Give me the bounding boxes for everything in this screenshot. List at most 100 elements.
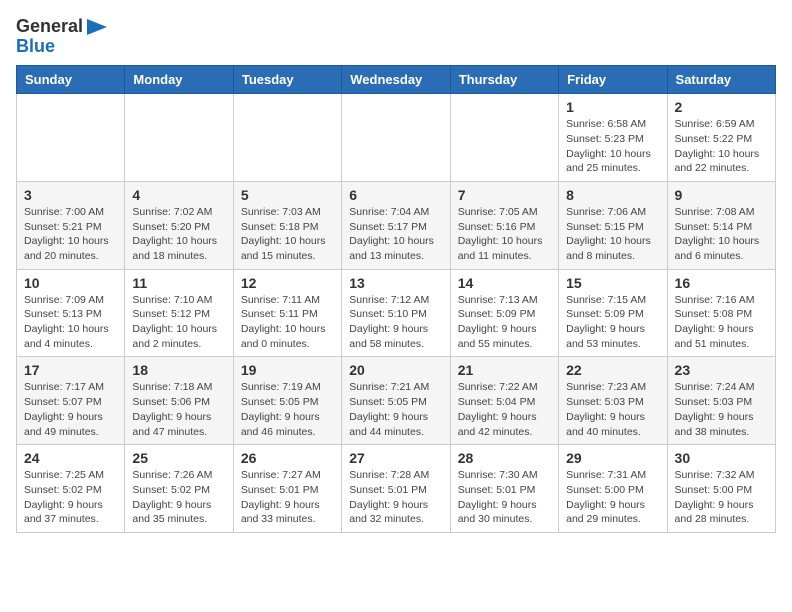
calendar-cell: 26 Sunrise: 7:27 AM Sunset: 5:01 PM Dayli… [233,445,341,533]
logo-general: General [16,16,83,38]
calendar-cell: 18Sunrise: 7:18 AM Sunset: 5:06 PM Dayli… [125,357,233,445]
calendar-cell: 5 Sunrise: 7:03 AM Sunset: 5:18 PM Daylig… [233,181,341,269]
day-info: Sunrise: 7:25 AM Sunset: 5:02 PM Dayligh… [24,468,117,527]
day-info: Sunrise: 7:06 AM Sunset: 5:15 PM Dayligh… [566,205,659,264]
calendar-cell: 25 Sunrise: 7:26 AM Sunset: 5:02 PM Dayli… [125,445,233,533]
day-number: 5 [241,187,334,203]
day-info: Sunrise: 7:15 AM Sunset: 5:09 PM Dayligh… [566,293,659,352]
day-number: 26 [241,450,334,466]
calendar-cell [450,94,558,182]
day-number: 8 [566,187,659,203]
calendar-cell: 27 Sunrise: 7:28 AM Sunset: 5:01 PM Dayli… [342,445,450,533]
day-number: 24 [24,450,117,466]
calendar-cell: 1Sunrise: 6:58 AM Sunset: 5:23 PM Daylig… [559,94,667,182]
calendar-cell: 13Sunrise: 7:12 AM Sunset: 5:10 PM Dayli… [342,269,450,357]
day-number: 29 [566,450,659,466]
header-saturday: Saturday [667,66,775,94]
calendar-cell: 12 Sunrise: 7:11 AM Sunset: 5:11 PM Dayli… [233,269,341,357]
calendar-cell: 24 Sunrise: 7:25 AM Sunset: 5:02 PM Dayli… [17,445,125,533]
header-row: SundayMondayTuesdayWednesdayThursdayFrid… [17,66,776,94]
week-row-2: 3 Sunrise: 7:00 AM Sunset: 5:21 PM Daylig… [17,181,776,269]
calendar-cell: 8 Sunrise: 7:06 AM Sunset: 5:15 PM Daylig… [559,181,667,269]
calendar-cell: 28Sunrise: 7:30 AM Sunset: 5:01 PM Dayli… [450,445,558,533]
calendar-cell: 4Sunrise: 7:02 AM Sunset: 5:20 PM Daylig… [125,181,233,269]
day-info: Sunrise: 7:00 AM Sunset: 5:21 PM Dayligh… [24,205,117,264]
logo-arrow-icon [87,19,107,35]
calendar-cell: 29 Sunrise: 7:31 AM Sunset: 5:00 PM Dayli… [559,445,667,533]
day-info: Sunrise: 7:11 AM Sunset: 5:11 PM Dayligh… [241,293,334,352]
calendar-cell: 23 Sunrise: 7:24 AM Sunset: 5:03 PM Dayli… [667,357,775,445]
calendar-header: SundayMondayTuesdayWednesdayThursdayFrid… [17,66,776,94]
day-number: 27 [349,450,442,466]
day-info: Sunrise: 7:16 AM Sunset: 5:08 PM Dayligh… [675,293,768,352]
logo-text: General Blue [16,16,107,57]
day-number: 25 [132,450,225,466]
calendar-cell: 20 Sunrise: 7:21 AM Sunset: 5:05 PM Dayli… [342,357,450,445]
page-header: General Blue [16,16,776,57]
calendar-body: 1Sunrise: 6:58 AM Sunset: 5:23 PM Daylig… [17,94,776,533]
day-number: 12 [241,275,334,291]
week-row-1: 1Sunrise: 6:58 AM Sunset: 5:23 PM Daylig… [17,94,776,182]
calendar-cell: 2 Sunrise: 6:59 AM Sunset: 5:22 PM Daylig… [667,94,775,182]
day-info: Sunrise: 7:04 AM Sunset: 5:17 PM Dayligh… [349,205,442,264]
header-tuesday: Tuesday [233,66,341,94]
day-info: Sunrise: 7:08 AM Sunset: 5:14 PM Dayligh… [675,205,768,264]
day-info: Sunrise: 7:18 AM Sunset: 5:06 PM Dayligh… [132,380,225,439]
day-number: 3 [24,187,117,203]
logo-blue: Blue [16,36,55,58]
calendar-cell: 21Sunrise: 7:22 AM Sunset: 5:04 PM Dayli… [450,357,558,445]
day-info: Sunrise: 7:21 AM Sunset: 5:05 PM Dayligh… [349,380,442,439]
calendar-cell: 17 Sunrise: 7:17 AM Sunset: 5:07 PM Dayli… [17,357,125,445]
day-info: Sunrise: 7:12 AM Sunset: 5:10 PM Dayligh… [349,293,442,352]
logo: General Blue [16,16,107,57]
calendar-cell: 11 Sunrise: 7:10 AM Sunset: 5:12 PM Dayli… [125,269,233,357]
day-info: Sunrise: 7:28 AM Sunset: 5:01 PM Dayligh… [349,468,442,527]
day-info: Sunrise: 7:27 AM Sunset: 5:01 PM Dayligh… [241,468,334,527]
day-info: Sunrise: 7:05 AM Sunset: 5:16 PM Dayligh… [458,205,551,264]
day-number: 11 [132,275,225,291]
header-thursday: Thursday [450,66,558,94]
day-info: Sunrise: 7:17 AM Sunset: 5:07 PM Dayligh… [24,380,117,439]
day-info: Sunrise: 6:59 AM Sunset: 5:22 PM Dayligh… [675,117,768,176]
day-number: 17 [24,362,117,378]
calendar-cell: 14Sunrise: 7:13 AM Sunset: 5:09 PM Dayli… [450,269,558,357]
day-number: 22 [566,362,659,378]
day-info: Sunrise: 7:10 AM Sunset: 5:12 PM Dayligh… [132,293,225,352]
day-number: 21 [458,362,551,378]
header-monday: Monday [125,66,233,94]
day-info: Sunrise: 7:31 AM Sunset: 5:00 PM Dayligh… [566,468,659,527]
day-number: 2 [675,99,768,115]
day-number: 20 [349,362,442,378]
day-number: 6 [349,187,442,203]
day-number: 30 [675,450,768,466]
day-info: Sunrise: 7:19 AM Sunset: 5:05 PM Dayligh… [241,380,334,439]
calendar-table: SundayMondayTuesdayWednesdayThursdayFrid… [16,65,776,533]
week-row-4: 17 Sunrise: 7:17 AM Sunset: 5:07 PM Dayli… [17,357,776,445]
calendar-cell: 9 Sunrise: 7:08 AM Sunset: 5:14 PM Daylig… [667,181,775,269]
day-number: 7 [458,187,551,203]
day-info: Sunrise: 6:58 AM Sunset: 5:23 PM Dayligh… [566,117,659,176]
calendar-cell [233,94,341,182]
day-number: 15 [566,275,659,291]
day-info: Sunrise: 7:24 AM Sunset: 5:03 PM Dayligh… [675,380,768,439]
calendar-cell: 22Sunrise: 7:23 AM Sunset: 5:03 PM Dayli… [559,357,667,445]
calendar-cell: 30 Sunrise: 7:32 AM Sunset: 5:00 PM Dayli… [667,445,775,533]
day-number: 28 [458,450,551,466]
calendar-cell [125,94,233,182]
calendar-cell [342,94,450,182]
day-number: 23 [675,362,768,378]
calendar-cell: 19Sunrise: 7:19 AM Sunset: 5:05 PM Dayli… [233,357,341,445]
day-number: 9 [675,187,768,203]
header-wednesday: Wednesday [342,66,450,94]
day-number: 16 [675,275,768,291]
calendar-cell: 15 Sunrise: 7:15 AM Sunset: 5:09 PM Dayli… [559,269,667,357]
calendar-cell: 16 Sunrise: 7:16 AM Sunset: 5:08 PM Dayli… [667,269,775,357]
day-number: 4 [132,187,225,203]
day-info: Sunrise: 7:32 AM Sunset: 5:00 PM Dayligh… [675,468,768,527]
day-info: Sunrise: 7:26 AM Sunset: 5:02 PM Dayligh… [132,468,225,527]
day-info: Sunrise: 7:13 AM Sunset: 5:09 PM Dayligh… [458,293,551,352]
day-info: Sunrise: 7:09 AM Sunset: 5:13 PM Dayligh… [24,293,117,352]
day-info: Sunrise: 7:03 AM Sunset: 5:18 PM Dayligh… [241,205,334,264]
calendar-cell: 3 Sunrise: 7:00 AM Sunset: 5:21 PM Daylig… [17,181,125,269]
day-number: 10 [24,275,117,291]
